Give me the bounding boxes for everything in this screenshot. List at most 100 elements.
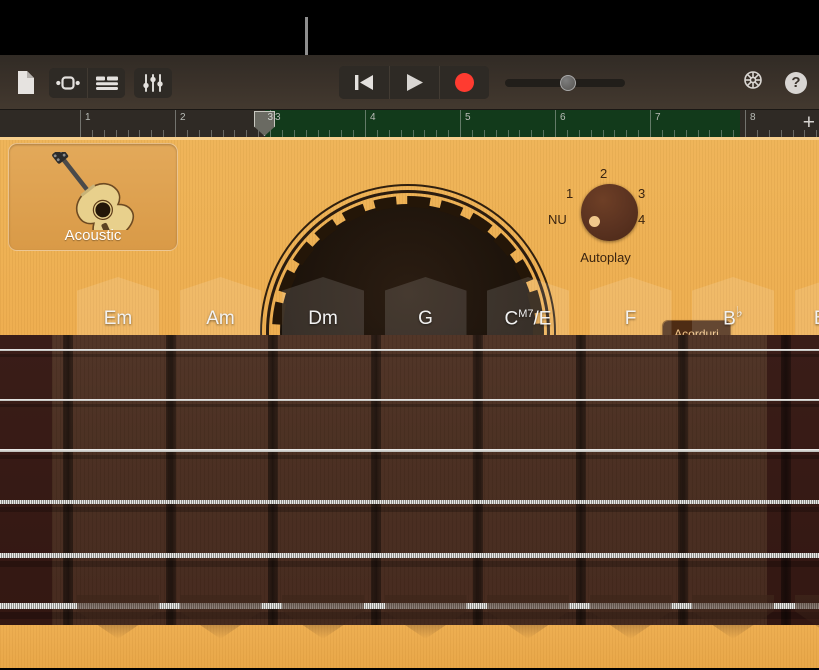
chord-label: Bdim — [814, 308, 819, 330]
autoplay-pos-nu[interactable]: NU — [548, 212, 567, 227]
add-section-button[interactable]: + — [803, 113, 815, 133]
autoplay-pos-4[interactable]: 4 — [638, 212, 645, 227]
body-bottom-wood — [0, 625, 819, 670]
ruler-tick — [223, 130, 224, 137]
ruler-tick — [448, 130, 449, 137]
ruler-tick — [638, 130, 639, 137]
document-icon[interactable] — [10, 66, 40, 100]
ruler-tick — [329, 130, 330, 137]
chord-button[interactable]: G — [385, 277, 467, 339]
ruler-tick — [567, 130, 568, 137]
ruler-bar-label: 8 — [750, 112, 756, 123]
chord-label: Am — [206, 308, 235, 330]
playhead[interactable]: 3 — [254, 111, 275, 136]
chord-button[interactable]: CM7/E — [487, 277, 569, 339]
ruler-tick — [139, 130, 140, 137]
guitar-string-4[interactable] — [0, 500, 819, 504]
string-shadow — [0, 404, 819, 407]
rewind-button[interactable] — [339, 66, 389, 99]
guitar-instrument-area: Acoustic NU 1 2 3 4 Autoplay Acorduri — [0, 137, 819, 670]
guitar-string-3[interactable] — [0, 449, 819, 452]
ruler-tick — [793, 130, 794, 137]
ruler-tick — [341, 130, 342, 137]
ruler-bar-label: 4 — [370, 112, 376, 123]
ruler-tick — [413, 130, 414, 137]
chord-button[interactable]: Am — [180, 277, 262, 339]
timeline-ruler[interactable]: 12345678 3 + — [0, 110, 819, 137]
slider-knob[interactable] — [560, 75, 576, 91]
master-volume-slider[interactable] — [505, 75, 625, 91]
ruler-tick — [579, 130, 580, 137]
string-shadow — [0, 354, 819, 357]
fret-divider — [63, 335, 73, 625]
ruler-tick — [709, 130, 710, 137]
loop-browser-icon[interactable] — [49, 68, 87, 98]
fretboard[interactable] — [0, 335, 819, 625]
ruler-tick — [508, 130, 509, 137]
ruler-bar-label: 2 — [180, 112, 186, 123]
fret-divider — [268, 335, 278, 625]
autoplay-label: Autoplay — [548, 250, 663, 265]
chord-lane-bottom-marker — [487, 595, 569, 639]
chord-lane-bottom-marker — [180, 595, 262, 639]
ruler-bar-7: 7 — [650, 110, 651, 137]
ruler-bar-6: 6 — [555, 110, 556, 137]
chord-label: Em — [104, 308, 133, 330]
gear-icon[interactable] — [741, 68, 765, 97]
fret-divider — [371, 335, 381, 625]
chord-superscript: ♭ — [736, 304, 743, 321]
autoplay-control[interactable]: NU 1 2 3 4 Autoplay — [548, 164, 663, 276]
ruler-bar-label: 1 — [85, 112, 91, 123]
guitar-string-2[interactable] — [0, 399, 819, 401]
chord-lane-bottom-marker — [385, 595, 467, 639]
acoustic-guitar-icon — [51, 152, 143, 235]
ruler-tick — [519, 130, 520, 137]
ruler-tick — [199, 130, 200, 137]
chord-label: CM7/E — [505, 308, 552, 330]
playhead-bar-number: 3 — [267, 112, 273, 123]
ruler-tick — [92, 130, 93, 137]
fret-divider — [576, 335, 586, 625]
cycle-region[interactable] — [265, 110, 740, 137]
chord-button[interactable]: Bdim — [795, 277, 819, 339]
instrument-card[interactable]: Acoustic — [8, 143, 178, 251]
ruler-tick — [733, 130, 734, 137]
guitar-string-5[interactable] — [0, 553, 819, 558]
garageband-window: ? 12345678 3 + — [0, 0, 819, 670]
ruler-tick — [104, 130, 105, 137]
autoplay-pos-1[interactable]: 1 — [566, 186, 573, 201]
guitar-string-1[interactable] — [0, 349, 819, 351]
record-button[interactable] — [439, 66, 489, 99]
ruler-tick — [377, 130, 378, 137]
autoplay-knob[interactable] — [581, 184, 638, 241]
ruler-tick — [353, 130, 354, 137]
ruler-tick — [163, 130, 164, 137]
ruler-tick — [424, 130, 425, 137]
ruler-tick — [211, 130, 212, 137]
chord-button[interactable]: Dm — [282, 277, 364, 339]
string-shadow — [0, 455, 819, 459]
ruler-tick — [187, 130, 188, 137]
ruler-tick — [151, 130, 152, 137]
chord-label: G — [418, 308, 433, 330]
track-list-icon[interactable] — [87, 68, 125, 98]
autoplay-pos-2[interactable]: 2 — [600, 166, 607, 181]
instrument-name: Acoustic — [9, 227, 177, 244]
ruler-tick — [472, 130, 473, 137]
ruler-bar-4: 4 — [365, 110, 366, 137]
ruler-tick — [543, 130, 544, 137]
play-button[interactable] — [389, 66, 439, 99]
ruler-bar-8: 8 — [745, 110, 746, 137]
ruler-tick — [401, 130, 402, 137]
help-button[interactable]: ? — [785, 72, 807, 94]
fretboard-left-edge — [0, 335, 52, 625]
chord-button[interactable]: F — [590, 277, 672, 339]
chord-lane-bottom-marker — [590, 595, 672, 639]
autoplay-pos-3[interactable]: 3 — [638, 186, 645, 201]
chord-button[interactable]: B♭ — [692, 277, 774, 339]
ruler-tick — [769, 130, 770, 137]
chord-button[interactable]: Em — [77, 277, 159, 339]
string-shadow — [0, 507, 819, 512]
mixer-sliders-icon[interactable] — [134, 68, 172, 98]
chord-superscript: M7 — [518, 308, 533, 320]
